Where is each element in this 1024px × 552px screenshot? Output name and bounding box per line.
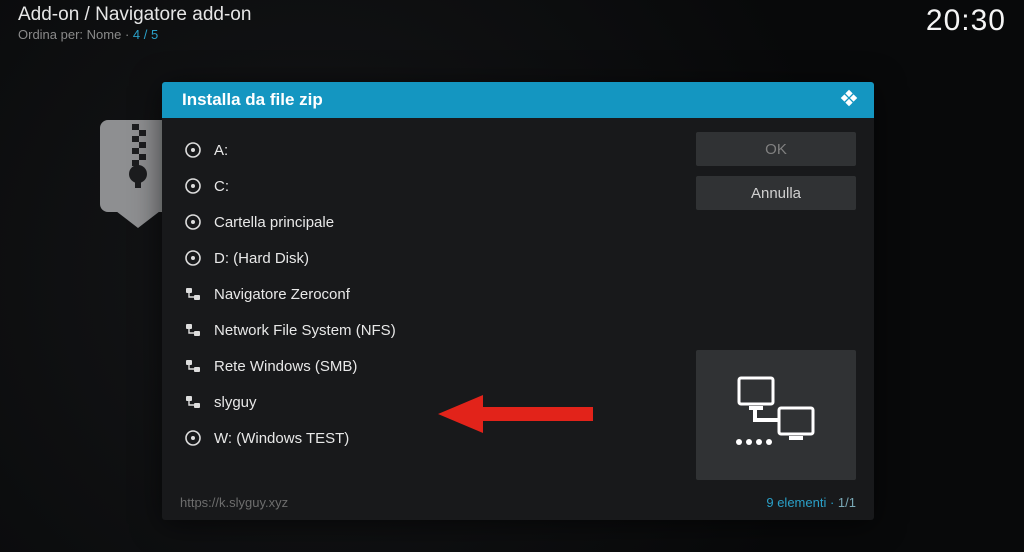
sort-label: Ordina per: Nome — [18, 27, 121, 42]
list-item[interactable]: W: (Windows TEST) — [180, 420, 678, 456]
list-item-slyguy[interactable]: slyguy — [180, 384, 678, 420]
file-browser-list[interactable]: A: C: Cartella principale D: (Hard Disk)… — [180, 132, 678, 490]
current-path: https://k.slyguy.xyz — [180, 495, 288, 510]
list-item[interactable]: C: — [180, 168, 678, 204]
list-item[interactable]: A: — [180, 132, 678, 168]
kodi-logo-icon — [838, 87, 860, 114]
list-item-label: Cartella principale — [214, 214, 334, 231]
list-item-label: D: (Hard Disk) — [214, 250, 309, 267]
list-item-label: slyguy — [214, 394, 257, 411]
disk-icon — [184, 429, 202, 447]
app-header: Add-on / Navigatore add-on Ordina per: N… — [0, 0, 1024, 48]
list-position: 4 / 5 — [133, 27, 158, 42]
list-item-label: C: — [214, 178, 229, 195]
disk-icon — [184, 249, 202, 267]
list-item-label: Rete Windows (SMB) — [214, 358, 357, 375]
disk-icon — [184, 177, 202, 195]
dialog-titlebar: Installa da file zip — [162, 82, 874, 118]
list-item[interactable]: D: (Hard Disk) — [180, 240, 678, 276]
cancel-button[interactable]: Annulla — [696, 176, 856, 210]
disk-icon — [184, 213, 202, 231]
network-icon — [184, 285, 202, 303]
network-icon — [184, 321, 202, 339]
dialog-footer: https://k.slyguy.xyz 9 elementi · 1/1 — [162, 490, 874, 520]
dialog-title: Installa da file zip — [182, 90, 323, 110]
list-item-label: Network File System (NFS) — [214, 322, 396, 339]
list-item-label: W: (Windows TEST) — [214, 430, 349, 447]
install-from-zip-dialog: Installa da file zip A: C: Cartella prin… — [162, 82, 874, 520]
clock: 20:30 — [926, 4, 1006, 38]
network-icon — [184, 393, 202, 411]
breadcrumb: Add-on / Navigatore add-on — [18, 4, 251, 26]
disk-icon — [184, 141, 202, 159]
network-icon — [184, 357, 202, 375]
list-item[interactable]: Navigatore Zeroconf — [180, 276, 678, 312]
list-item-label: Navigatore Zeroconf — [214, 286, 350, 303]
list-item[interactable]: Cartella principale — [180, 204, 678, 240]
list-item-label: A: — [214, 142, 228, 159]
list-item[interactable]: Network File System (NFS) — [180, 312, 678, 348]
list-item[interactable]: Rete Windows (SMB) — [180, 348, 678, 384]
ok-button[interactable]: OK — [696, 132, 856, 166]
network-computers-icon — [721, 370, 831, 460]
preview-panel — [696, 350, 856, 480]
item-count: 9 elementi · 1/1 — [766, 495, 856, 510]
sort-line: Ordina per: Nome · 4 / 5 — [18, 27, 251, 42]
